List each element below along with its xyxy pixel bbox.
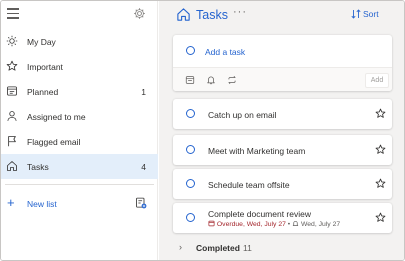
new-list-label: New list bbox=[27, 199, 57, 209]
add-task-box: Add a task Add bbox=[173, 35, 392, 91]
sidebar-item-label: Important bbox=[27, 62, 63, 72]
home-icon bbox=[177, 8, 190, 21]
complete-task-circle-icon[interactable] bbox=[186, 109, 195, 118]
star-icon[interactable] bbox=[375, 108, 386, 119]
sort-button[interactable]: Sort bbox=[351, 9, 379, 19]
sidebar-item-planned[interactable]: Planned 1 bbox=[1, 79, 158, 104]
sidebar-item-my-day[interactable]: My Day bbox=[1, 29, 158, 54]
task-title: Schedule team offsite bbox=[208, 180, 290, 190]
gear-icon[interactable] bbox=[133, 7, 146, 20]
sidebar-item-label: Assigned to me bbox=[27, 112, 86, 122]
star-icon bbox=[6, 60, 18, 71]
task-item[interactable]: Schedule team offsite bbox=[173, 169, 392, 199]
repeat-icon[interactable] bbox=[227, 75, 237, 85]
overdue-label: Overdue, Wed, July 27 bbox=[216, 221, 286, 228]
complete-task-circle-icon[interactable] bbox=[186, 213, 195, 222]
complete-task-circle-icon[interactable] bbox=[186, 179, 195, 188]
sidebar-item-label: Planned bbox=[27, 87, 59, 97]
flag-icon bbox=[8, 136, 16, 147]
sidebar-item-flagged-email[interactable]: Flagged email bbox=[1, 129, 158, 154]
more-options-button[interactable]: ··· bbox=[233, 6, 247, 18]
sidebar-item-tasks[interactable]: Tasks 4 bbox=[1, 154, 158, 179]
app-window: My Day Important Planned 1 Assigned to m… bbox=[0, 0, 405, 261]
task-title: Complete document review bbox=[208, 209, 311, 219]
sidebar-item-label: My Day bbox=[27, 37, 56, 47]
add-task-toolbar: Add bbox=[173, 67, 392, 91]
bell-icon[interactable] bbox=[206, 75, 216, 85]
home-icon bbox=[7, 161, 17, 171]
main-panel: Tasks ··· Sort Add a task Add Catch up o… bbox=[159, 1, 404, 260]
add-button[interactable]: Add bbox=[365, 73, 389, 88]
due-date-icon[interactable] bbox=[185, 75, 195, 85]
sidebar-item-count: 4 bbox=[141, 162, 146, 172]
sidebar-item-important[interactable]: Important bbox=[1, 54, 158, 79]
star-icon[interactable] bbox=[375, 144, 386, 155]
sort-label: Sort bbox=[363, 9, 379, 19]
reminder-label: Wed, July 27 bbox=[300, 221, 341, 228]
add-task-input[interactable]: Add a task bbox=[205, 47, 245, 57]
sun-icon bbox=[6, 35, 18, 47]
hamburger-menu-icon[interactable] bbox=[7, 8, 19, 19]
calendar-icon bbox=[7, 86, 17, 96]
sort-icon bbox=[351, 9, 361, 19]
sidebar-item-label: Tasks bbox=[27, 162, 49, 172]
person-icon bbox=[7, 111, 17, 121]
star-icon[interactable] bbox=[375, 178, 386, 189]
new-group-icon[interactable] bbox=[135, 197, 147, 209]
task-item[interactable]: Complete document review Overdue, Wed, J… bbox=[173, 203, 392, 233]
overdue-calendar-icon bbox=[208, 220, 215, 227]
chevron-right-icon: › bbox=[179, 242, 182, 252]
complete-task-circle-icon[interactable] bbox=[186, 145, 195, 154]
task-title: Meet with Marketing team bbox=[208, 146, 306, 156]
sidebar-item-assigned-to-me[interactable]: Assigned to me bbox=[1, 104, 158, 129]
plus-icon: + bbox=[7, 195, 15, 210]
task-title: Catch up on email bbox=[208, 110, 277, 120]
sidebar-header bbox=[1, 1, 158, 29]
completed-label: Completed bbox=[196, 243, 240, 253]
sidebar-nav: My Day Important Planned 1 Assigned to m… bbox=[1, 29, 158, 179]
task-item[interactable]: Catch up on email bbox=[173, 99, 392, 129]
task-item[interactable]: Meet with Marketing team bbox=[173, 135, 392, 165]
sidebar-divider bbox=[5, 184, 154, 185]
star-icon[interactable] bbox=[375, 212, 386, 223]
bell-icon bbox=[292, 221, 299, 226]
task-meta: Overdue, Wed, July 27 • Wed, July 27 bbox=[208, 220, 340, 228]
new-list-button[interactable]: + New list bbox=[1, 191, 158, 216]
sidebar: My Day Important Planned 1 Assigned to m… bbox=[1, 1, 158, 260]
page-title: Tasks bbox=[196, 8, 228, 22]
sidebar-item-label: Flagged email bbox=[27, 137, 81, 147]
sidebar-item-count: 1 bbox=[141, 87, 146, 97]
completed-count: 11 bbox=[243, 243, 252, 253]
meta-separator: • bbox=[287, 221, 291, 228]
add-task-circle-icon bbox=[186, 46, 195, 55]
